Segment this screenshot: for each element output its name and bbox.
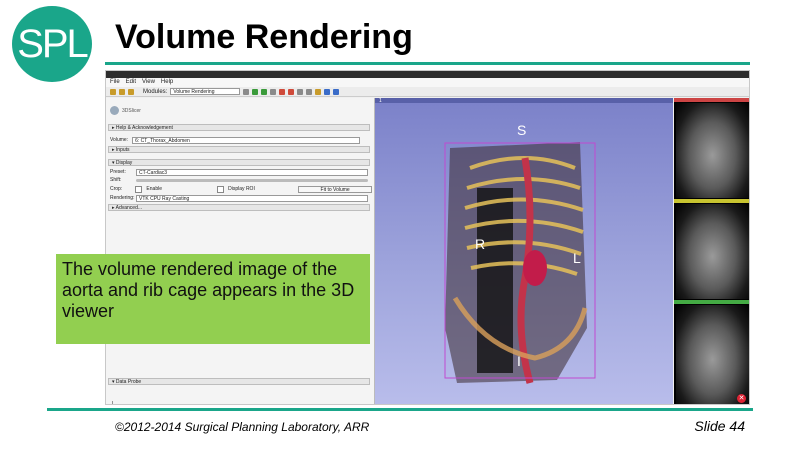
shift-slider[interactable] [136, 178, 368, 182]
rendering-selector[interactable]: VTK CPU Ray Casting [136, 194, 368, 202]
module-history-icon[interactable] [243, 88, 250, 95]
menu-help[interactable]: Help [161, 78, 173, 87]
slicer-logo-text: 3DSlicer [122, 107, 141, 114]
section-display[interactable]: ▾ Display [108, 159, 370, 166]
slice-plane [477, 188, 513, 373]
slicer-window: File Edit View Help Modules: Volume Rend… [105, 70, 750, 405]
volume-row: Volume: 6: CT_Thorax_Abdomen [110, 136, 372, 144]
layout-icon[interactable] [297, 88, 304, 95]
shift-label: Shift: [110, 177, 122, 183]
slice-viewers [674, 98, 749, 404]
section-advanced-label: Advanced... [115, 205, 143, 211]
volume-selector[interactable]: 6: CT_Thorax_Abdomen [132, 136, 361, 144]
window-titlebar [106, 71, 749, 78]
heart-region [523, 250, 547, 286]
section-inputs[interactable]: ▸ Inputs [108, 146, 370, 153]
slide-title: Volume Rendering [115, 18, 413, 56]
save-icon[interactable] [128, 88, 134, 95]
display-roi-checkbox[interactable] [216, 185, 225, 193]
crop-label: Crop: [110, 186, 123, 192]
section-help[interactable]: ▸ Help & Acknowledgement [108, 124, 370, 131]
slide-number: Slide 44 [694, 418, 745, 434]
menu-file[interactable]: File [110, 78, 120, 87]
section-inputs-label: Inputs [115, 147, 130, 153]
3d-viewer[interactable]: 1 S R L I [375, 98, 673, 404]
probe-readout: L F B [112, 401, 115, 405]
copyright-footer: ©2012-2014 Surgical Planning Laboratory,… [115, 420, 370, 434]
section-help-label: Help & Acknowledgement [115, 125, 173, 131]
rendering-label: Rendering: [110, 195, 135, 201]
preset-selector[interactable]: CT-Cardiac3 [136, 168, 368, 176]
transforms-icon[interactable] [288, 88, 295, 95]
data-module-icon[interactable] [270, 88, 277, 95]
menu-bar: File Edit View Help [106, 78, 749, 87]
module-selector[interactable]: Volume Rendering [170, 88, 241, 95]
volume-label: Volume: [110, 137, 129, 143]
models-icon[interactable] [279, 88, 286, 95]
axis-inferior: I [517, 353, 521, 369]
spl-logo: SPL [12, 6, 92, 82]
sagittal-slice-view[interactable] [676, 204, 749, 299]
module-panel: 3DSlicer ▸ Help & Acknowledgement Volume… [106, 98, 375, 405]
close-icon[interactable]: ✕ [737, 394, 746, 403]
menu-view[interactable]: View [142, 78, 155, 87]
enable-checkbox[interactable] [134, 185, 143, 193]
next-module-icon[interactable] [261, 88, 268, 95]
python-icon[interactable] [324, 88, 331, 95]
green-slice-bar[interactable] [674, 300, 749, 304]
modules-label: Modules: [143, 88, 168, 95]
rendering-row: Rendering: VTK CPU Ray Casting [110, 194, 372, 202]
coronal-slice-view[interactable] [676, 305, 749, 404]
section-advanced[interactable]: ▸ Advanced... [108, 204, 370, 211]
dicom-icon[interactable] [119, 88, 125, 95]
probe-line: L [112, 401, 115, 405]
crop-row: Crop: Enable Display ROI Fit to Volume [110, 185, 372, 193]
menu-edit[interactable]: Edit [126, 78, 136, 87]
bottom-divider [47, 408, 753, 411]
preset-label: Preset: [110, 169, 126, 175]
red-slice-bar[interactable] [674, 98, 749, 102]
extensions-icon[interactable] [333, 88, 340, 95]
preset-row: Preset: CT-Cardiac3 [110, 168, 372, 176]
fit-to-volume-button[interactable]: Fit to Volume [298, 185, 372, 193]
axis-right: R [475, 236, 486, 252]
shift-row: Shift: [110, 176, 372, 184]
load-data-icon[interactable] [110, 88, 116, 95]
yellow-slice-bar[interactable] [674, 199, 749, 203]
section-data-probe-label: Data Probe [115, 379, 142, 385]
callout-box: The volume rendered image of the aorta a… [56, 254, 370, 344]
slicer-logo-icon [110, 106, 119, 115]
section-display-label: Display [115, 160, 133, 166]
volume-rendering-image [444, 142, 596, 384]
display-roi-label: Display ROI [228, 186, 255, 192]
axial-slice-view[interactable] [676, 103, 749, 198]
main-toolbar: Modules: Volume Rendering [106, 87, 749, 97]
enable-label: Enable [146, 186, 162, 192]
place-fiducial-icon[interactable] [315, 88, 322, 95]
axis-superior: S [517, 122, 527, 138]
crosshair-icon[interactable] [306, 88, 313, 95]
axis-left: L [573, 250, 581, 266]
section-data-probe[interactable]: ▾ Data Probe [108, 378, 370, 385]
previous-module-icon[interactable] [252, 88, 259, 95]
slicer-logo: 3DSlicer [110, 106, 141, 115]
top-divider [105, 62, 750, 65]
